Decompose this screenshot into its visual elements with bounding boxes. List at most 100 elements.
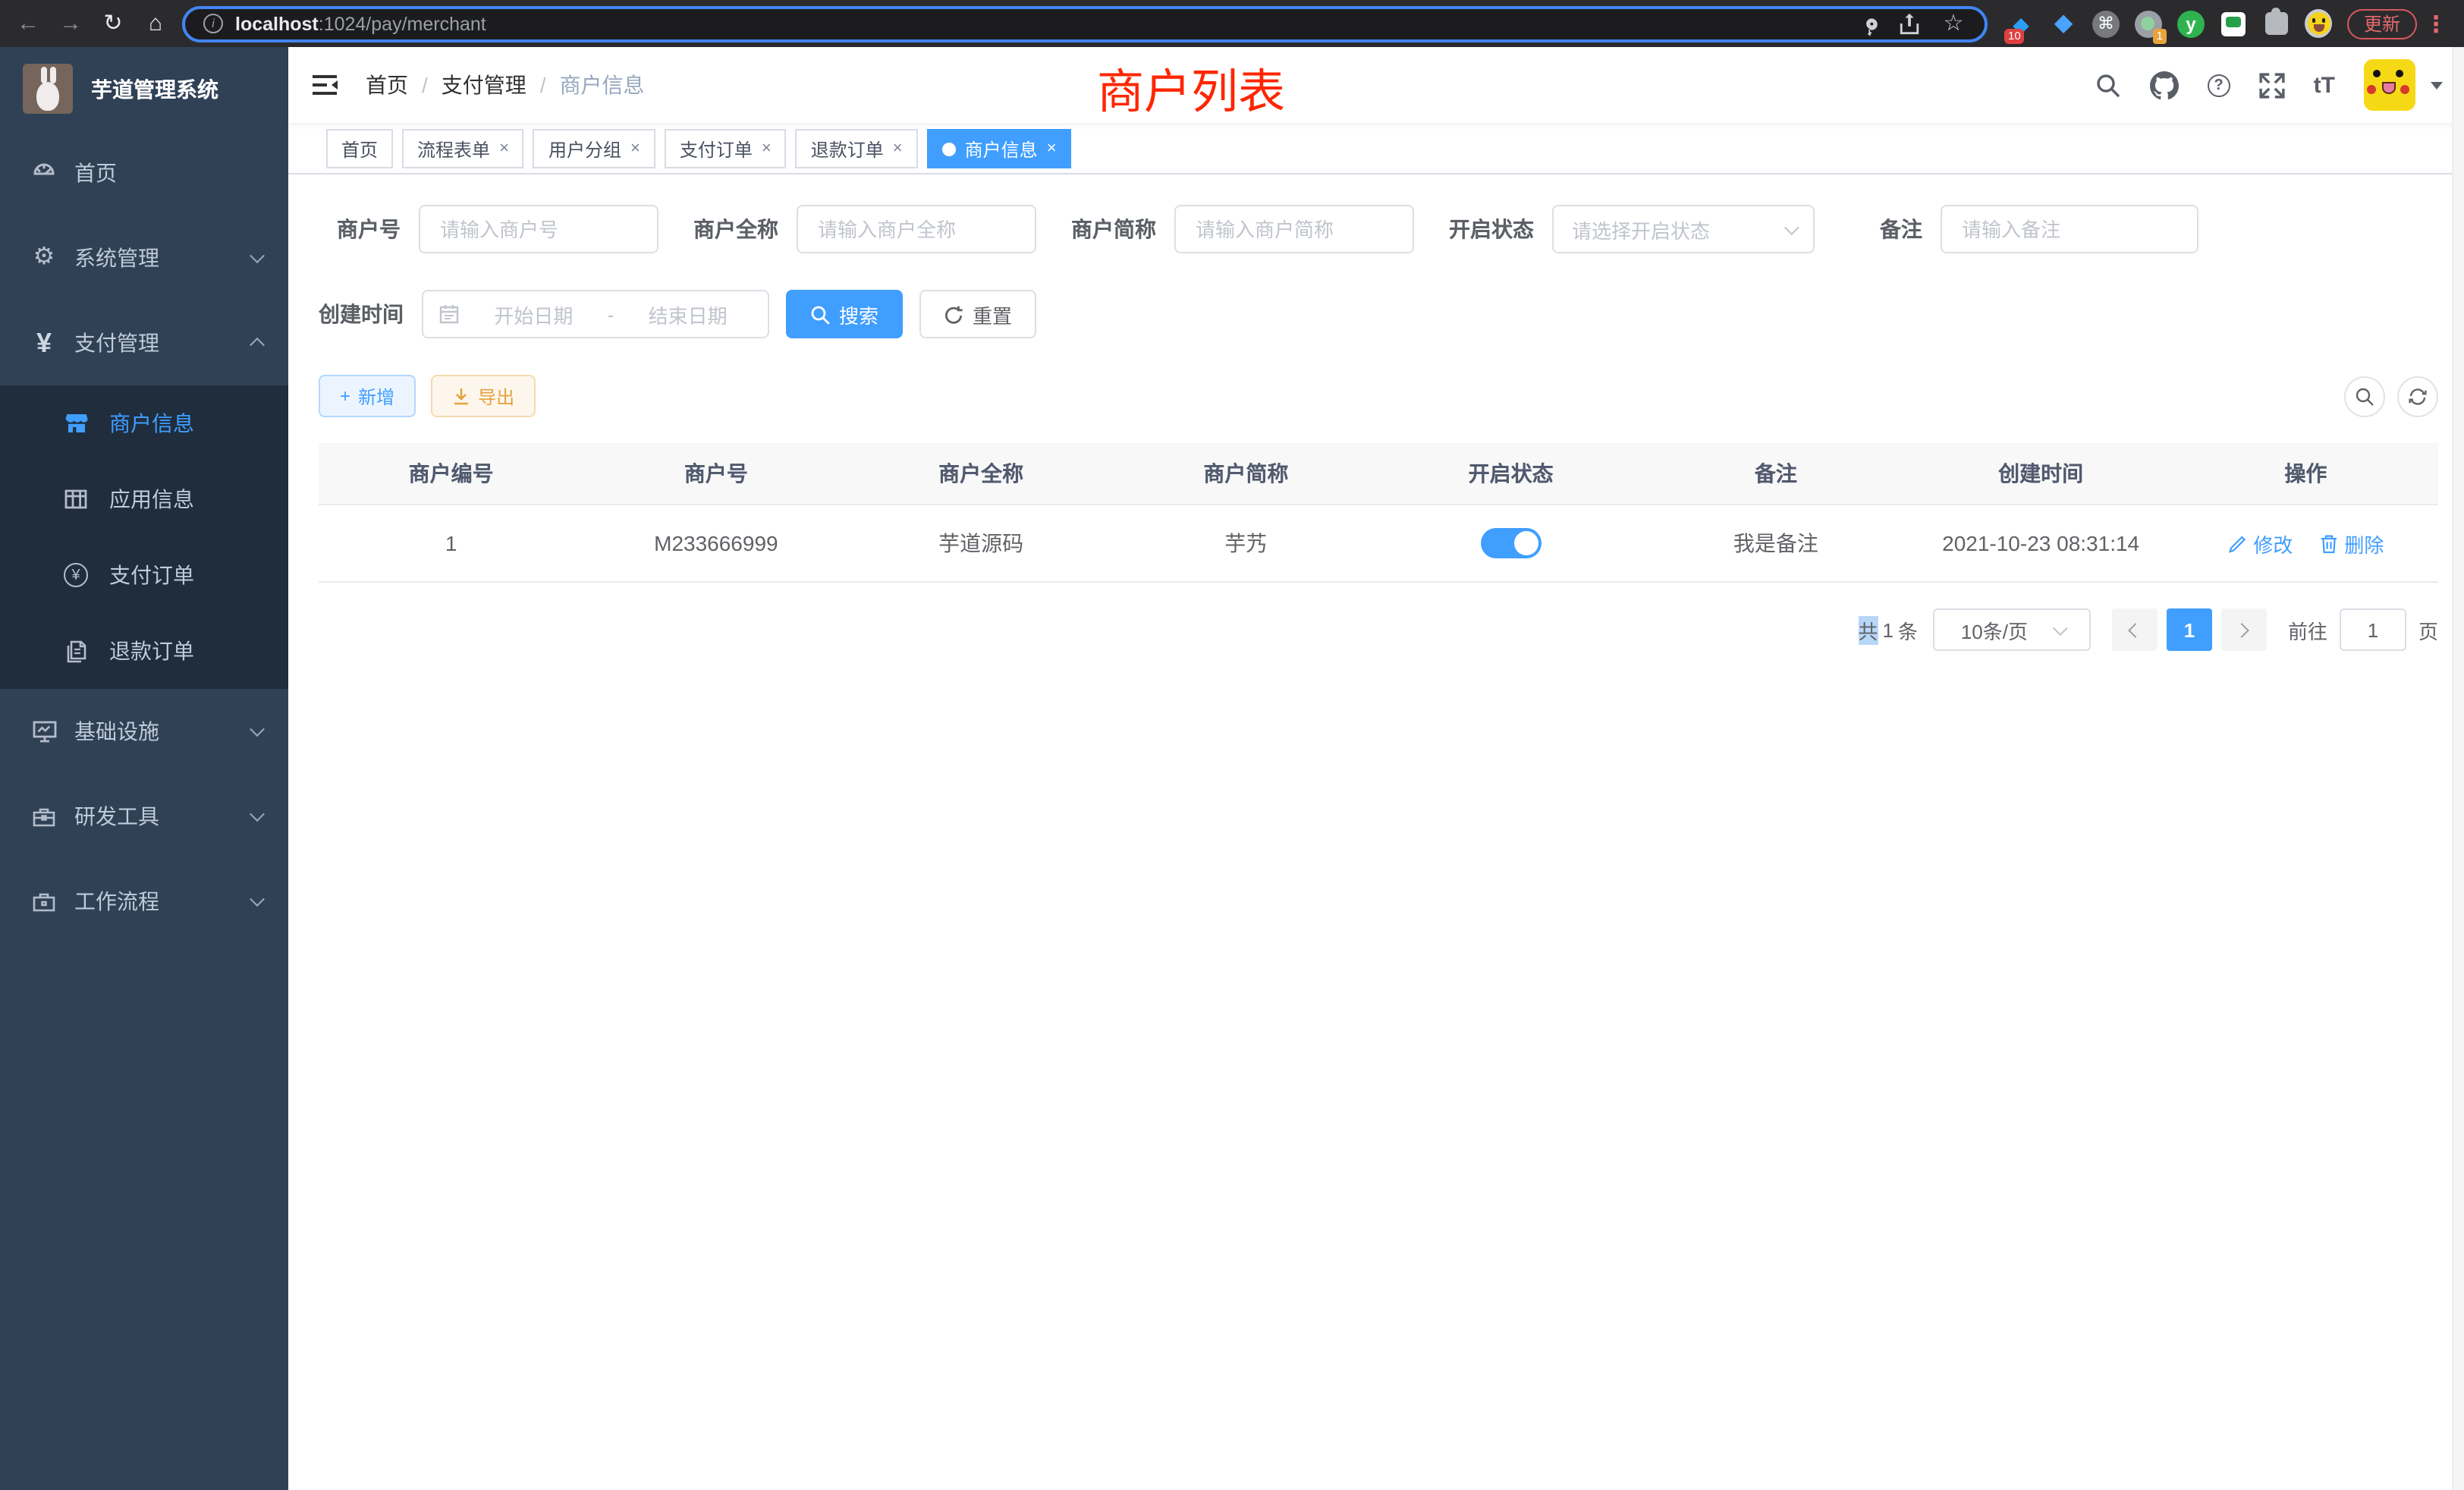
goto-page-input[interactable] <box>2340 608 2406 651</box>
back-icon[interactable]: ← <box>15 12 41 35</box>
page-number-1[interactable]: 1 <box>2167 608 2212 651</box>
short-name-input[interactable] <box>1174 205 1414 253</box>
sidebar-item-label: 研发工具 <box>74 801 159 831</box>
field-label: 商户全称 <box>693 214 797 244</box>
edit-link[interactable]: 修改 <box>2227 529 2293 558</box>
extension-gem-icon[interactable]: ◆ <box>2050 10 2077 37</box>
sidebar-item-system[interactable]: ⚙ 系统管理 <box>0 215 288 300</box>
browser-nav-buttons: ← → ↻ ⌂ <box>0 12 182 35</box>
breadcrumb-separator: / <box>540 73 546 97</box>
cell-actions: 修改 删除 <box>2173 529 2438 558</box>
app-logo[interactable]: 芋道管理系统 <box>0 47 288 130</box>
close-icon[interactable]: × <box>893 140 903 158</box>
sidebar-item-workflow[interactable]: 工作流程 <box>0 859 288 944</box>
page-size-select[interactable]: 10条/页 <box>1933 608 2091 651</box>
remark-input[interactable] <box>1941 205 2198 253</box>
export-button[interactable]: 导出 <box>431 375 536 417</box>
extension-recorder-icon[interactable]: 1 <box>2135 10 2162 37</box>
add-button[interactable]: + 新增 <box>319 375 416 417</box>
sidebar-item-pay-order[interactable]: ¥ 支付订单 <box>0 537 288 613</box>
main-area: 首页 / 支付管理 / 商户信息 ? tT <box>288 47 2464 1490</box>
close-icon[interactable]: × <box>630 140 640 158</box>
search-icon[interactable] <box>2095 72 2121 98</box>
navbar-actions: ? tT <box>2095 59 2443 111</box>
tab-user-group[interactable]: 用户分组× <box>533 129 655 168</box>
sidebar-item-app-info[interactable]: 应用信息 <box>0 461 288 537</box>
merchant-no-input[interactable] <box>419 205 658 253</box>
page-scrollbar[interactable] <box>2452 47 2464 1490</box>
chrome-update-button[interactable]: 更新 <box>2347 8 2417 39</box>
create-time-range-picker[interactable]: 开始日期 - 结束日期 <box>422 290 769 338</box>
annotation-merchant-list: 商户列表 <box>1097 53 1285 121</box>
delete-link[interactable]: 删除 <box>2320 529 2384 558</box>
breadcrumb-home[interactable]: 首页 <box>366 70 408 100</box>
field-label: 商户简称 <box>1071 214 1174 244</box>
search-button[interactable]: 搜索 <box>786 290 903 338</box>
avatar[interactable] <box>2364 59 2415 111</box>
share-icon[interactable] <box>1898 12 1921 35</box>
tab-pay-order[interactable]: 支付订单× <box>665 129 787 168</box>
status-select[interactable]: 请选择开启状态 <box>1552 205 1815 253</box>
sidebar-item-merchant-info[interactable]: 商户信息 <box>0 385 288 461</box>
github-icon[interactable] <box>2150 71 2179 99</box>
download-icon <box>452 387 470 405</box>
search-icon <box>810 304 830 324</box>
trash-icon <box>2320 533 2338 553</box>
reload-icon[interactable]: ↻ <box>100 12 126 35</box>
tab-merchant-info[interactable]: 商户信息× <box>927 129 1072 168</box>
home-icon[interactable]: ⌂ <box>143 12 168 35</box>
password-key-icon[interactable] <box>1854 11 1878 36</box>
chevron-up-icon <box>250 338 265 353</box>
full-name-input[interactable] <box>797 205 1036 253</box>
extension-emoji-icon[interactable] <box>2305 10 2332 37</box>
chevron-down-icon <box>1784 219 1799 234</box>
sidebar-item-pay[interactable]: ¥ 支付管理 <box>0 300 288 385</box>
breadcrumb-section[interactable]: 支付管理 <box>442 70 526 100</box>
pagination: 共 1 条 10条/页 1 前往 页 <box>319 608 2438 651</box>
chevron-down-icon <box>250 248 265 263</box>
sidebar-collapse-icon[interactable] <box>311 73 340 97</box>
fullscreen-icon[interactable] <box>2259 72 2285 98</box>
breadcrumb: 首页 / 支付管理 / 商户信息 <box>366 70 645 100</box>
bookmark-star-icon[interactable]: ☆ <box>1941 12 1966 35</box>
tab-home[interactable]: 首页 <box>326 129 393 168</box>
close-icon[interactable]: × <box>499 140 509 158</box>
url-host: localhost <box>235 13 319 34</box>
address-bar[interactable]: i localhost:1024/pay/merchant ☆ <box>182 5 1988 42</box>
help-icon[interactable]: ? <box>2208 74 2230 96</box>
reset-button[interactable]: 重置 <box>919 290 1036 338</box>
sidebar-item-home[interactable]: 首页 <box>0 130 288 215</box>
extension-command-icon[interactable]: ⌘ <box>2092 10 2120 37</box>
pay-submenu: 商户信息 应用信息 ¥ 支付订单 退款订单 <box>0 385 288 689</box>
next-page-button[interactable] <box>2221 608 2267 651</box>
site-info-icon[interactable]: i <box>203 14 223 33</box>
sidebar-item-label: 系统管理 <box>74 243 159 273</box>
forward-icon[interactable]: → <box>58 12 83 35</box>
screen: ← → ↻ ⌂ i localhost:1024/pay/merchant ☆ … <box>0 0 2464 1490</box>
font-size-icon[interactable]: tT <box>2314 72 2335 98</box>
toggle-search-button[interactable] <box>2344 376 2385 417</box>
refresh-table-button[interactable] <box>2397 376 2438 417</box>
sidebar-item-infra[interactable]: 基础设施 <box>0 689 288 774</box>
pencil-icon <box>2227 533 2247 553</box>
extension-puzzle-icon[interactable] <box>2262 10 2290 37</box>
sidebar-item-dev-tools[interactable]: 研发工具 <box>0 774 288 859</box>
close-icon[interactable]: × <box>1047 140 1057 158</box>
sidebar-item-refund-order[interactable]: 退款订单 <box>0 613 288 689</box>
extension-chat-icon[interactable] <box>2220 10 2247 37</box>
avatar-caret-down-icon[interactable] <box>2431 81 2443 89</box>
cell-remark: 我是备注 <box>1643 528 1908 558</box>
extension-diamond-icon[interactable]: ◆10 <box>2007 10 2035 37</box>
refresh-icon <box>2408 386 2428 406</box>
close-icon[interactable]: × <box>762 140 772 158</box>
tab-process-form[interactable]: 流程表单× <box>402 129 524 168</box>
extension-y-icon[interactable]: y <box>2177 10 2205 37</box>
search-icon <box>2355 386 2374 406</box>
calendar-icon <box>438 303 460 325</box>
url-path: :1024/pay/merchant <box>319 13 486 34</box>
prev-page-button[interactable] <box>2112 608 2158 651</box>
chevron-down-icon <box>250 806 265 822</box>
tab-refund-order[interactable]: 退款订单× <box>796 129 918 168</box>
browser-menu-icon[interactable]: ⋮ <box>2425 10 2447 37</box>
status-toggle[interactable] <box>1481 528 1542 558</box>
